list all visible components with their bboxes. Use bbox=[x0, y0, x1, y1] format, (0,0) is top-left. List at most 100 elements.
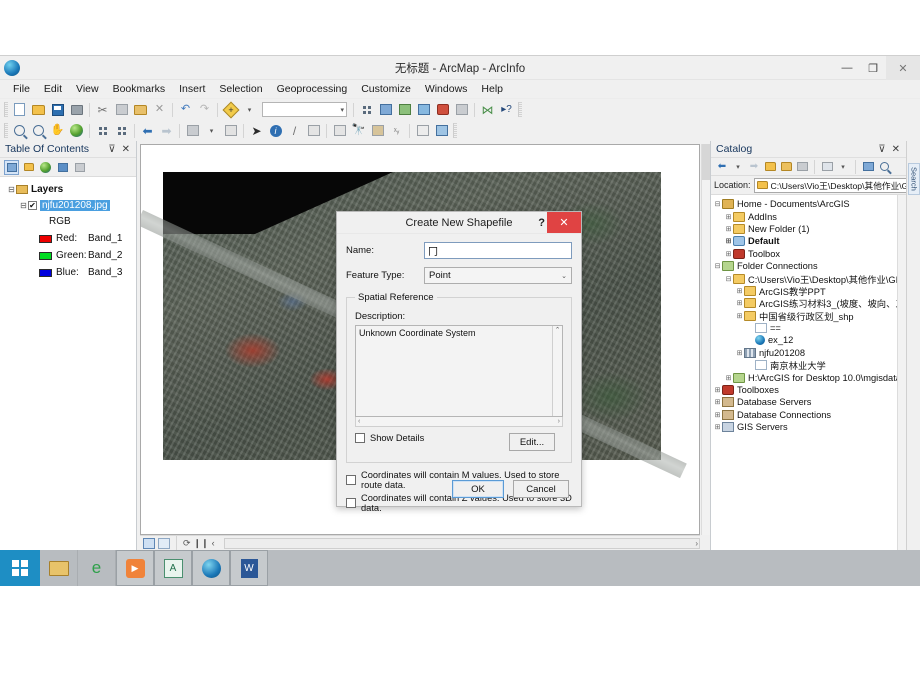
cancel-button[interactable]: Cancel bbox=[513, 480, 569, 498]
new-map-icon[interactable] bbox=[11, 101, 28, 118]
list-by-visibility-icon[interactable] bbox=[38, 160, 53, 175]
add-data-icon[interactable] bbox=[222, 101, 239, 118]
expander-icon[interactable]: ⊞ bbox=[713, 398, 722, 406]
add-data-dropdown-icon[interactable]: ▾ bbox=[241, 101, 258, 118]
catalog-item-file[interactable]: == bbox=[713, 322, 897, 334]
toc-root-layers[interactable]: ⊟ Layers bbox=[7, 183, 136, 196]
refresh-view-button[interactable]: ⟳ bbox=[183, 538, 191, 549]
pause-drawing-button[interactable]: ❙❙ bbox=[194, 538, 209, 549]
z-values-checkbox[interactable] bbox=[346, 498, 356, 508]
python-window-icon[interactable] bbox=[453, 101, 470, 118]
help-icon[interactable]: ? bbox=[538, 217, 545, 229]
minimize-button[interactable]: — bbox=[834, 56, 860, 80]
expander-icon[interactable]: ⊞ bbox=[724, 374, 733, 382]
redo-icon[interactable]: ↷ bbox=[196, 101, 213, 118]
expander-icon[interactable]: ⊞ bbox=[713, 386, 722, 394]
edit-button[interactable]: Edit... bbox=[509, 433, 555, 451]
toc-options-icon[interactable] bbox=[72, 160, 87, 175]
select-features-dropdown-icon[interactable]: ▾ bbox=[203, 122, 220, 139]
list-by-source-icon[interactable] bbox=[21, 160, 36, 175]
catalog-window-icon[interactable] bbox=[396, 101, 413, 118]
close-button[interactable]: ✕ bbox=[886, 56, 920, 80]
toolbar-grip[interactable] bbox=[4, 123, 8, 138]
menu-geoprocessing[interactable]: Geoprocessing bbox=[270, 81, 355, 97]
expander-icon[interactable]: ⊟ bbox=[713, 200, 722, 208]
clear-selection-icon[interactable] bbox=[222, 122, 239, 139]
catalog-item-mgisdata[interactable]: ⊞ H:\ArcGIS for Desktop 10.0\mgisdata bbox=[713, 371, 897, 383]
fixed-zoom-in-icon[interactable] bbox=[94, 122, 111, 139]
select-elements-icon[interactable]: ➤ bbox=[248, 122, 265, 139]
find-icon[interactable]: 🔭 bbox=[350, 122, 367, 139]
toolbar-grip[interactable] bbox=[4, 102, 8, 117]
search-icon[interactable] bbox=[877, 160, 891, 174]
arcmap-taskbar-icon[interactable]: A bbox=[154, 550, 192, 586]
catalog-item-gis-folder[interactable]: ⊟ C:\Users\Vio王\Desktop\其他作业\GIS bbox=[713, 272, 897, 285]
expander-icon[interactable]: ⊟ bbox=[19, 201, 28, 210]
map-vertical-scroll-thumb[interactable] bbox=[702, 144, 710, 180]
layer-visibility-checkbox[interactable]: ✔ bbox=[28, 201, 37, 210]
feature-type-select[interactable]: Point ⌄ bbox=[424, 267, 572, 284]
name-input[interactable]: 冂 bbox=[424, 242, 572, 259]
scroll-left-icon[interactable]: ‹ bbox=[358, 418, 360, 425]
chevron-down-icon[interactable]: ▾ bbox=[340, 106, 344, 114]
auto-hide-pin-icon[interactable]: ⊽ bbox=[875, 144, 888, 155]
expander-icon[interactable]: ⊞ bbox=[724, 225, 733, 233]
word-taskbar-icon[interactable]: W bbox=[230, 550, 268, 586]
full-extent-icon[interactable] bbox=[68, 122, 85, 139]
toolbar-grip[interactable] bbox=[518, 102, 522, 117]
menu-insert[interactable]: Insert bbox=[172, 81, 212, 97]
search-window-icon[interactable] bbox=[415, 101, 432, 118]
catalog-item-database-connections[interactable]: ⊞ Database Connections bbox=[713, 409, 897, 421]
connect-to-folder-icon[interactable] bbox=[779, 160, 793, 174]
time-slider-icon[interactable] bbox=[414, 122, 431, 139]
menu-customize[interactable]: Customize bbox=[354, 81, 418, 97]
menu-selection[interactable]: Selection bbox=[212, 81, 269, 97]
catalog-item-new-folder[interactable]: ⊞ New Folder (1) bbox=[713, 223, 897, 235]
scroll-right-icon[interactable]: › bbox=[695, 539, 698, 548]
select-features-icon[interactable] bbox=[184, 122, 201, 139]
whats-this-help-icon[interactable]: ▸? bbox=[498, 101, 515, 118]
restore-button[interactable]: ❐ bbox=[860, 56, 886, 80]
zoom-out-icon[interactable] bbox=[30, 122, 47, 139]
up-one-level-icon[interactable] bbox=[763, 160, 777, 174]
disconnect-folder-icon[interactable] bbox=[795, 160, 809, 174]
map-vertical-scrollbar[interactable] bbox=[701, 144, 710, 535]
list-by-selection-icon[interactable] bbox=[55, 160, 70, 175]
expander-icon[interactable]: ⊟ bbox=[7, 185, 16, 194]
arccatalog-taskbar-icon[interactable] bbox=[192, 550, 230, 586]
description-vertical-scrollbar[interactable]: ⌃ bbox=[552, 326, 562, 416]
data-view-button[interactable] bbox=[143, 537, 155, 549]
auto-hide-pin-icon[interactable]: ⊽ bbox=[105, 144, 118, 155]
catalog-item-toolboxes[interactable]: ⊞ Toolboxes bbox=[713, 384, 897, 396]
catalog-item-folder-connections[interactable]: ⊟ Folder Connections bbox=[713, 260, 897, 272]
map-scale-combo[interactable]: ▾ bbox=[262, 102, 347, 117]
catalog-close-icon[interactable]: ✕ bbox=[889, 144, 903, 155]
save-icon[interactable] bbox=[49, 101, 66, 118]
go-back-extent-icon[interactable]: ⬅ bbox=[139, 122, 156, 139]
table-of-contents-icon[interactable] bbox=[377, 101, 394, 118]
search-side-tab[interactable]: Search bbox=[907, 163, 920, 195]
find-route-icon[interactable] bbox=[369, 122, 386, 139]
expander-icon[interactable]: ⊞ bbox=[735, 312, 744, 320]
media-player-icon[interactable]: ▶ bbox=[116, 550, 154, 586]
catalog-item-njfu-university[interactable]: 南京林业大学 bbox=[713, 359, 897, 371]
location-combo[interactable]: C:\Users\Vio王\Desktop\其他作业\GIS ⌄ bbox=[753, 177, 920, 193]
catalog-item-toolbox[interactable]: ⊞ Toolbox bbox=[713, 248, 897, 260]
description-horizontal-scrollbar[interactable]: ‹ › bbox=[355, 417, 563, 427]
menu-edit[interactable]: Edit bbox=[37, 81, 69, 97]
show-details-checkbox[interactable] bbox=[355, 433, 365, 443]
expander-icon[interactable]: ⊞ bbox=[713, 423, 722, 431]
catalog-vertical-scrollbar[interactable] bbox=[897, 195, 906, 550]
open-icon[interactable] bbox=[30, 101, 47, 118]
expander-icon[interactable]: ⊞ bbox=[724, 213, 733, 221]
map-horizontal-scrollbar[interactable]: › bbox=[223, 537, 700, 549]
toggle-contents-dropdown-icon[interactable]: ▾ bbox=[836, 160, 850, 174]
internet-explorer-icon[interactable]: e bbox=[78, 550, 116, 586]
list-by-drawing-order-icon[interactable] bbox=[4, 159, 19, 175]
toggle-contents-panel-icon[interactable] bbox=[820, 160, 834, 174]
file-explorer-icon[interactable] bbox=[40, 550, 78, 586]
dialog-close-button[interactable]: ✕ bbox=[547, 212, 581, 233]
layout-view-button[interactable] bbox=[158, 537, 170, 549]
toc-close-icon[interactable]: ✕ bbox=[119, 144, 133, 155]
catalog-item-home[interactable]: ⊟ Home - Documents\ArcGIS bbox=[713, 198, 897, 210]
